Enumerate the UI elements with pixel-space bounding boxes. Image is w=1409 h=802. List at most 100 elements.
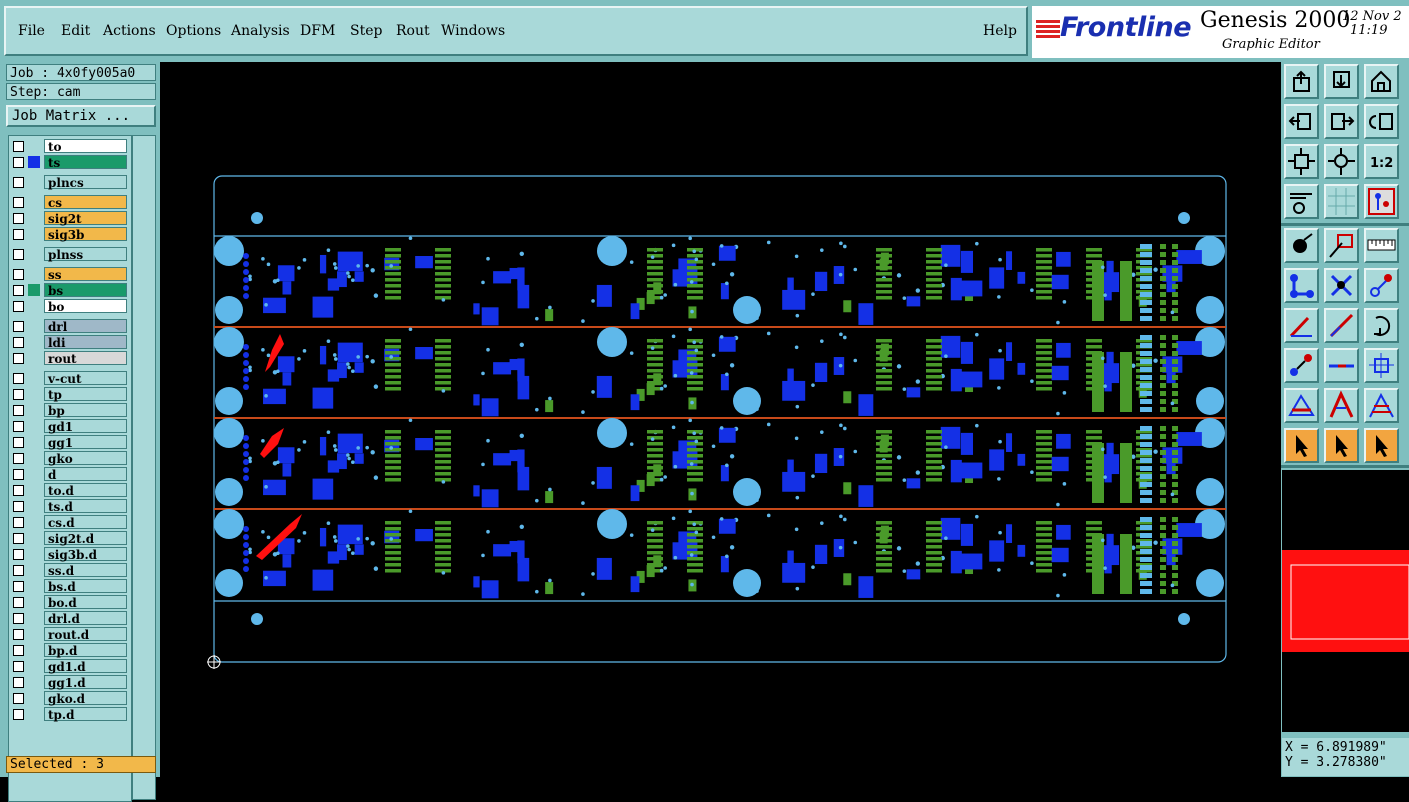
layer-row-tp.d[interactable]: tp.d xyxy=(11,707,127,722)
layer-row-ts[interactable]: ts xyxy=(11,155,127,170)
add-line-button[interactable] xyxy=(1284,308,1319,343)
layer-row-sig3b[interactable]: sig3b xyxy=(11,227,127,242)
layer-row-bo[interactable]: bo xyxy=(11,299,127,314)
layer-name[interactable]: bs xyxy=(44,283,127,298)
layer-row-to.d[interactable]: to.d xyxy=(11,483,127,498)
layer-checkbox[interactable] xyxy=(13,421,24,432)
layer-name[interactable]: ts xyxy=(44,155,127,170)
open-job-button[interactable] xyxy=(1284,64,1319,99)
layer-name[interactable]: gg1.d xyxy=(44,675,127,690)
layer-row-bp[interactable]: bp xyxy=(11,403,127,418)
layer-checkbox[interactable] xyxy=(13,501,24,512)
layer-name[interactable]: plnss xyxy=(44,247,127,262)
layer-checkbox[interactable] xyxy=(13,177,24,188)
layer-checkbox[interactable] xyxy=(13,581,24,592)
layer-checkbox[interactable] xyxy=(13,141,24,152)
menu-step[interactable]: Step xyxy=(350,23,382,39)
layer-checkbox[interactable] xyxy=(13,353,24,364)
layer-name[interactable]: gko xyxy=(44,451,127,466)
layer-checkbox[interactable] xyxy=(13,389,24,400)
grid-button[interactable] xyxy=(1324,184,1359,219)
layer-name[interactable]: sig3b xyxy=(44,227,127,242)
layer-name[interactable]: ts.d xyxy=(44,499,127,514)
layer-row-ldi[interactable]: ldi xyxy=(11,335,127,350)
layer-checkbox[interactable] xyxy=(13,301,24,312)
layer-name[interactable]: drl.d xyxy=(44,611,127,626)
layer-row-sig2t[interactable]: sig2t xyxy=(11,211,127,226)
layer-checkbox[interactable] xyxy=(13,337,24,348)
layer-name[interactable]: ss.d xyxy=(44,563,127,578)
job-matrix-button[interactable]: Job Matrix ... xyxy=(6,105,156,127)
select-feature-button[interactable] xyxy=(1284,228,1319,263)
move-symbol-button[interactable] xyxy=(1364,348,1399,383)
layer-row-bs.d[interactable]: bs.d xyxy=(11,579,127,594)
layer-name[interactable]: gko.d xyxy=(44,691,127,706)
layer-row-cs[interactable]: cs xyxy=(11,195,127,210)
layer-row-plnss[interactable]: plnss xyxy=(11,247,127,262)
layer-row-cs.d[interactable]: cs.d xyxy=(11,515,127,530)
layer-name[interactable]: plncs xyxy=(44,175,127,190)
add-segment-button[interactable] xyxy=(1324,348,1359,383)
layer-row-sig3b.d[interactable]: sig3b.d xyxy=(11,547,127,562)
layer-name[interactable]: v-cut xyxy=(44,371,127,386)
layer-row-gko.d[interactable]: gko.d xyxy=(11,691,127,706)
layer-checkbox[interactable] xyxy=(13,269,24,280)
layer-row-v-cut[interactable]: v-cut xyxy=(11,371,127,386)
layer-checkbox[interactable] xyxy=(13,533,24,544)
add-surface-button[interactable] xyxy=(1364,388,1399,423)
layer-name[interactable]: bo.d xyxy=(44,595,127,610)
layer-name[interactable]: bo xyxy=(44,299,127,314)
layer-row-rout.d[interactable]: rout.d xyxy=(11,627,127,642)
layer-name[interactable]: rout.d xyxy=(44,627,127,642)
graphic-canvas[interactable] xyxy=(160,62,1281,777)
layer-row-sig2t.d[interactable]: sig2t.d xyxy=(11,531,127,546)
layer-checkbox[interactable] xyxy=(13,453,24,464)
layer-row-d[interactable]: d xyxy=(11,467,127,482)
connect-nodes-button[interactable] xyxy=(1284,268,1319,303)
layer-checkbox[interactable] xyxy=(13,693,24,704)
zoom-home-button[interactable] xyxy=(1324,144,1359,179)
pan-left-button[interactable] xyxy=(1284,104,1319,139)
layer-name[interactable]: tp.d xyxy=(44,707,127,722)
layer-name[interactable]: gd1 xyxy=(44,419,127,434)
layer-checkbox[interactable] xyxy=(13,321,24,332)
move-point-button[interactable] xyxy=(1364,268,1399,303)
layer-name[interactable]: cs.d xyxy=(44,515,127,530)
add-arc-button[interactable] xyxy=(1284,388,1319,423)
layer-name[interactable]: bs.d xyxy=(44,579,127,594)
pointer-select-button[interactable] xyxy=(1324,428,1359,463)
layer-checkbox[interactable] xyxy=(13,613,24,624)
layer-checkbox[interactable] xyxy=(13,373,24,384)
layer-name[interactable]: sig3b.d xyxy=(44,547,127,562)
layer-row-gko[interactable]: gko xyxy=(11,451,127,466)
layer-name[interactable]: to.d xyxy=(44,483,127,498)
menu-help[interactable]: Help xyxy=(983,23,1017,39)
layer-row-rout[interactable]: rout xyxy=(11,351,127,366)
layer-checkbox[interactable] xyxy=(13,437,24,448)
layer-checkbox[interactable] xyxy=(13,249,24,260)
layer-row-gg1[interactable]: gg1 xyxy=(11,435,127,450)
layer-row-bo.d[interactable]: bo.d xyxy=(11,595,127,610)
layer-name[interactable]: ss xyxy=(44,267,127,282)
layer-name[interactable]: rout xyxy=(44,351,127,366)
overview-preview[interactable] xyxy=(1282,470,1409,732)
undo-zoom-button[interactable] xyxy=(1364,104,1399,139)
layer-name[interactable]: d xyxy=(44,467,127,482)
layer-checkbox[interactable] xyxy=(13,677,24,688)
layer-checkbox[interactable] xyxy=(13,285,24,296)
menu-dfm[interactable]: DFM xyxy=(300,23,335,39)
delete-feature-button[interactable] xyxy=(1324,268,1359,303)
layer-name[interactable]: tp xyxy=(44,387,127,402)
layer-row-plncs[interactable]: plncs xyxy=(11,175,127,190)
measure-ruler-button[interactable] xyxy=(1364,228,1399,263)
layer-checkbox[interactable] xyxy=(13,709,24,720)
layer-checkbox[interactable] xyxy=(13,597,24,608)
layer-checkbox[interactable] xyxy=(13,645,24,656)
layer-checkbox[interactable] xyxy=(13,485,24,496)
layer-name[interactable]: drl xyxy=(44,319,127,334)
layer-row-bp.d[interactable]: bp.d xyxy=(11,643,127,658)
pointer-tool-button[interactable] xyxy=(1284,428,1319,463)
layer-name[interactable]: gg1 xyxy=(44,435,127,450)
layer-checkbox[interactable] xyxy=(13,629,24,640)
layer-checkbox[interactable] xyxy=(13,157,24,168)
